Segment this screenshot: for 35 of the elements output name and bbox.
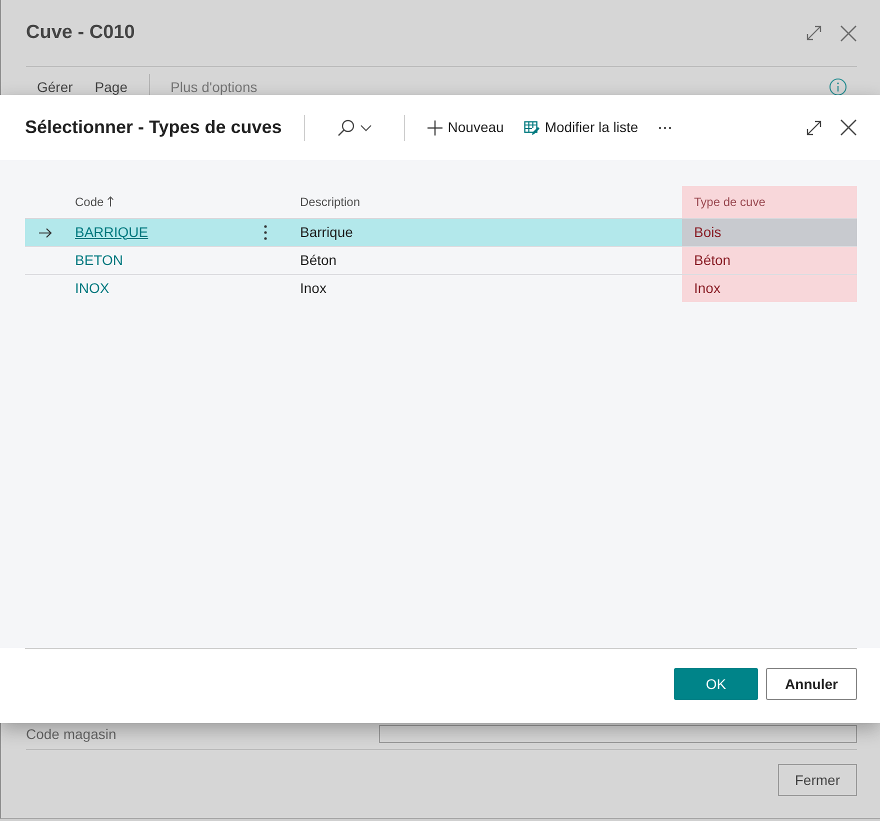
expand-icon[interactable] [806, 120, 822, 136]
chevron-down-icon [360, 124, 372, 132]
table-cell: Inox [300, 280, 326, 296]
close-icon[interactable] [840, 119, 857, 136]
close-button[interactable]: Fermer [778, 764, 857, 796]
vertical-dots-icon[interactable] [264, 225, 267, 240]
window-title: Cuve - C010 [26, 22, 135, 44]
cancel-button[interactable]: Annuler [766, 668, 857, 700]
sort-up-arrow-icon [106, 196, 114, 208]
plus-icon [426, 120, 443, 136]
new-button[interactable]: Nouveau [416, 112, 514, 144]
ok-button[interactable]: OK [674, 668, 758, 700]
dialog-title: Sélectionner - Types de cuves [25, 116, 282, 138]
table-cell: Barrique [300, 224, 353, 240]
ellipsis-icon [658, 126, 672, 130]
menu-button[interactable]: Page [84, 76, 138, 98]
info-icon[interactable] [829, 78, 847, 96]
table-pencil-icon [524, 120, 540, 136]
column-header[interactable]: Code [75, 192, 114, 211]
edit-list-button[interactable]: Modifier la liste [514, 112, 648, 144]
table-cell: Béton [694, 252, 731, 268]
table-cell: Bois [694, 224, 722, 240]
table-cell: Inox [694, 280, 720, 296]
right-arrow-icon [39, 228, 52, 238]
input-field[interactable] [379, 725, 857, 743]
code-link[interactable]: BETON [75, 252, 123, 268]
menu-button[interactable]: Gérer [26, 76, 84, 98]
code-link[interactable]: INOX [75, 280, 110, 296]
search-icon [336, 118, 355, 136]
table-row[interactable]: BARRIQUE Barrique Bois [25, 218, 857, 246]
field-label: Code magasin [26, 724, 116, 744]
table-cell: Béton [300, 252, 337, 268]
table-row[interactable]: BETON Béton Béton [25, 246, 857, 274]
column-header[interactable]: Description [300, 192, 360, 211]
table-row[interactable]: INOX Inox Inox [25, 274, 857, 302]
